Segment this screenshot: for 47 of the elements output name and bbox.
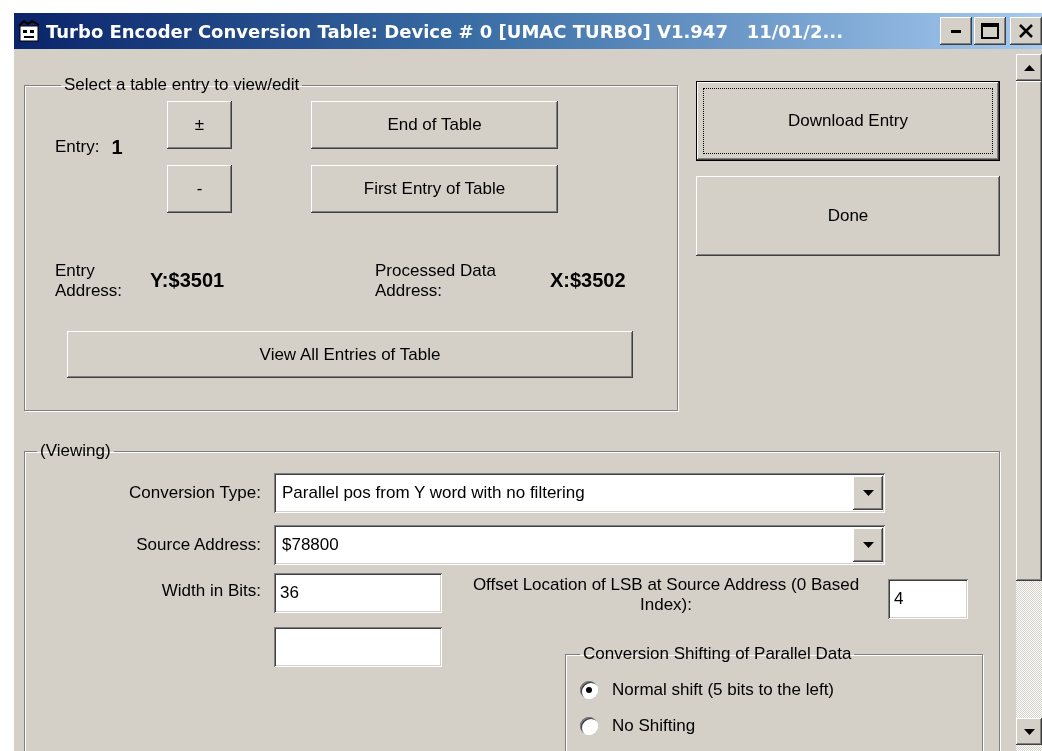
scrollbar[interactable] <box>1016 54 1042 751</box>
scroll-down-button[interactable] <box>1016 718 1042 745</box>
offset-input-field[interactable]: 4 <box>888 579 968 619</box>
radio-button[interactable] <box>580 717 598 735</box>
width-input-field[interactable]: 36 <box>274 573 442 613</box>
group-title: (Viewing) <box>39 441 112 461</box>
minimize-icon <box>951 29 961 33</box>
action-button[interactable]: Done <box>696 176 1000 256</box>
first-entry-button[interactable]: First Entry of Table <box>311 165 558 213</box>
maximize-button[interactable] <box>974 17 1006 45</box>
close-icon <box>1018 24 1034 38</box>
caret-icon <box>862 542 874 548</box>
close-button[interactable] <box>1010 17 1042 45</box>
view-all-entries-button[interactable]: View All Entries of Table <box>67 331 633 378</box>
down-arrow-icon <box>1023 728 1035 735</box>
entry-address-label: Entry Address: <box>55 261 124 301</box>
maximize-icon <box>981 23 999 39</box>
entry-number: 1 <box>111 135 123 159</box>
processed-address-value: X:$3502 <box>550 269 627 292</box>
minimize-button[interactable] <box>940 17 972 45</box>
action-button[interactable]: Download Entry <box>696 81 1000 161</box>
input-field[interactable] <box>274 627 442 667</box>
entry-address-value: Y:$3501 <box>150 269 226 292</box>
increment-button[interactable]: ± <box>167 101 232 149</box>
radio-label: Normal shift (5 bits to the left) <box>612 680 835 700</box>
app-icon <box>18 20 40 42</box>
field-label: Width in Bits: <box>160 581 261 601</box>
radio-button[interactable] <box>580 681 598 699</box>
source-address-dropdown[interactable]: $78800 <box>274 525 885 565</box>
end-of-table-button[interactable]: End of Table <box>311 101 558 149</box>
group-title: Conversion Shifting of Parallel Data <box>582 644 853 664</box>
up-arrow-icon <box>1023 64 1035 71</box>
offset-label: Offset Location of LSB at Source Address (0 Based Index): <box>471 575 861 615</box>
dropdown-button[interactable] <box>853 528 883 562</box>
field-label: Source Address: <box>135 535 261 555</box>
group-title: Select a table entry to view/edit <box>63 75 301 95</box>
dropdown-button[interactable] <box>853 476 883 510</box>
processed-address-label: Processed Data Address: <box>375 261 497 301</box>
caret-icon <box>862 490 874 496</box>
scrollbar-thumb[interactable] <box>1016 81 1042 581</box>
window-title: Turbo Encoder Conversion Table: Device # 0 [UMAC TURBO] V1.947 11/01/2... <box>46 20 844 42</box>
field-label: Conversion Type: <box>128 483 261 503</box>
conversion-type-dropdown[interactable]: Parallel pos from Y word with no filtering <box>274 473 885 513</box>
entry-label: Entry: <box>55 137 100 157</box>
decrement-button[interactable]: - <box>167 165 232 213</box>
scroll-up-button[interactable] <box>1016 54 1042 81</box>
radio-label: No Shifting <box>612 716 696 736</box>
